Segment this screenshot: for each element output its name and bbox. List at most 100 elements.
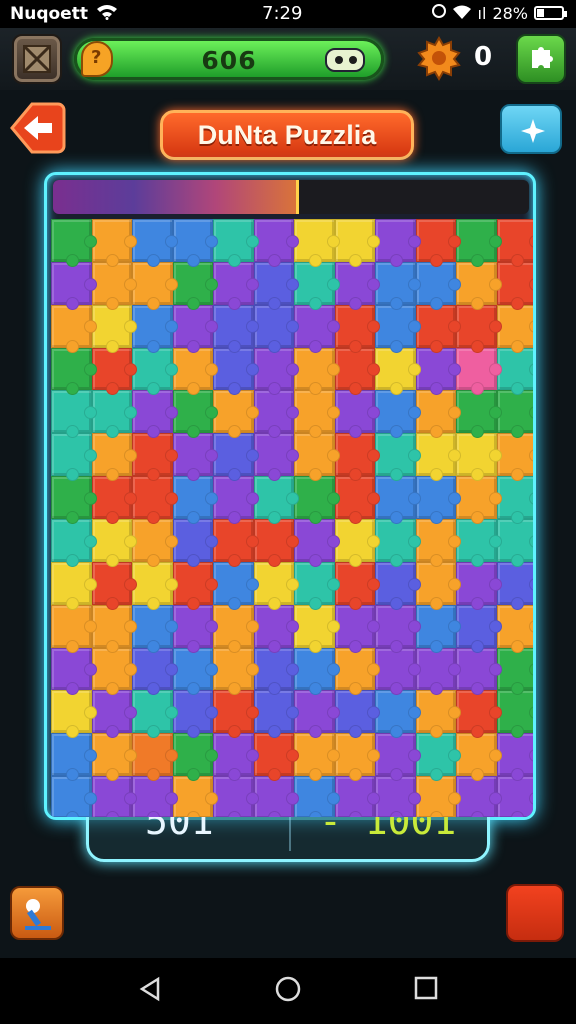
puzzle-piece[interactable] (294, 347, 339, 396)
puzzle-piece[interactable] (294, 733, 339, 781)
puzzle-piece[interactable] (172, 304, 218, 353)
puzzle-piece[interactable] (334, 647, 380, 696)
puzzle-piece[interactable] (51, 476, 96, 524)
puzzle-piece[interactable] (456, 604, 501, 653)
puzzle-piece[interactable] (456, 733, 501, 781)
puzzle-piece[interactable] (456, 647, 501, 696)
puzzle-piece[interactable] (415, 390, 461, 439)
puzzle-piece[interactable] (375, 476, 420, 524)
puzzle-piece[interactable] (213, 476, 258, 524)
puzzle-piece[interactable] (51, 690, 96, 739)
puzzle-piece[interactable] (334, 604, 380, 653)
puzzle-piece[interactable] (51, 219, 96, 267)
puzzle-piece[interactable] (334, 390, 380, 439)
puzzle-piece[interactable] (415, 261, 461, 310)
puzzle-piece[interactable] (253, 690, 299, 739)
map-button[interactable] (12, 34, 62, 84)
puzzle-piece[interactable] (334, 261, 380, 310)
puzzle-piece[interactable] (132, 261, 177, 310)
puzzle-piece[interactable] (294, 304, 339, 353)
puzzle-piece[interactable] (415, 733, 461, 781)
puzzle-piece[interactable] (415, 347, 461, 396)
puzzle-piece[interactable] (334, 776, 380, 817)
puzzle-piece[interactable] (172, 347, 218, 396)
puzzle-piece[interactable] (415, 604, 461, 653)
puzzle-piece[interactable] (91, 219, 137, 267)
puzzle-piece[interactable] (334, 219, 380, 267)
puzzle-piece[interactable] (132, 690, 177, 739)
puzzle-piece[interactable] (172, 219, 218, 267)
puzzle-piece[interactable] (213, 604, 258, 653)
puzzle-piece[interactable] (496, 647, 533, 696)
puzzle-piece[interactable] (253, 561, 299, 610)
puzzle-piece[interactable] (51, 604, 96, 653)
puzzle-piece[interactable] (456, 347, 501, 396)
puzzle-piece[interactable] (172, 647, 218, 696)
puzzle-piece[interactable] (172, 261, 218, 310)
puzzle-piece[interactable] (456, 261, 501, 310)
puzzle-piece[interactable] (91, 733, 137, 781)
puzzle-piece[interactable] (334, 433, 380, 481)
puzzle-piece[interactable] (415, 647, 461, 696)
puzzle-piece[interactable] (253, 519, 299, 567)
puzzle-piece[interactable] (496, 690, 533, 739)
puzzle-piece[interactable] (294, 219, 339, 267)
puzzle-piece[interactable] (334, 561, 380, 610)
puzzle-piece[interactable] (456, 690, 501, 739)
puzzle-piece[interactable] (51, 390, 96, 439)
puzzle-piece[interactable] (172, 561, 218, 610)
tool-button[interactable] (10, 886, 64, 940)
puzzle-piece[interactable] (253, 604, 299, 653)
puzzle-piece[interactable] (91, 604, 137, 653)
puzzle-piece[interactable] (415, 690, 461, 739)
puzzle-piece[interactable] (375, 261, 420, 310)
puzzle-piece[interactable] (456, 219, 501, 267)
puzzle-piece[interactable] (415, 304, 461, 353)
puzzle-piece[interactable] (132, 390, 177, 439)
puzzle-piece[interactable] (375, 304, 420, 353)
puzzle-piece[interactable] (132, 476, 177, 524)
stop-button[interactable] (506, 884, 564, 942)
puzzle-piece[interactable] (51, 561, 96, 610)
puzzle-piece[interactable] (415, 561, 461, 610)
puzzle-piece[interactable] (132, 347, 177, 396)
puzzle-piece[interactable] (496, 561, 533, 610)
puzzle-piece[interactable] (334, 519, 380, 567)
puzzle-piece[interactable] (375, 219, 420, 267)
puzzle-piece[interactable] (375, 776, 420, 817)
puzzle-piece[interactable] (294, 519, 339, 567)
puzzle-piece[interactable] (294, 390, 339, 439)
puzzle-piece[interactable] (172, 390, 218, 439)
puzzle-piece[interactable] (132, 733, 177, 781)
puzzle-piece[interactable] (456, 561, 501, 610)
puzzle-piece[interactable] (294, 433, 339, 481)
puzzle-piece[interactable] (496, 219, 533, 267)
puzzle-grid[interactable] (51, 219, 533, 817)
puzzle-button[interactable] (516, 34, 566, 84)
puzzle-piece[interactable] (132, 219, 177, 267)
puzzle-piece[interactable] (91, 690, 137, 739)
puzzle-piece[interactable] (132, 776, 177, 817)
puzzle-piece[interactable] (132, 304, 177, 353)
puzzle-piece[interactable] (496, 776, 533, 817)
puzzle-piece[interactable] (415, 219, 461, 267)
puzzle-piece[interactable] (172, 519, 218, 567)
puzzle-piece[interactable] (496, 733, 533, 781)
puzzle-piece[interactable] (91, 519, 137, 567)
puzzle-piece[interactable] (294, 690, 339, 739)
puzzle-piece[interactable] (172, 476, 218, 524)
puzzle-piece[interactable] (496, 519, 533, 567)
hint-button[interactable] (500, 104, 562, 154)
puzzle-piece[interactable] (294, 561, 339, 610)
home-nav-icon[interactable] (275, 976, 301, 1002)
puzzle-piece[interactable] (294, 647, 339, 696)
recents-nav-icon[interactable] (414, 976, 438, 1000)
puzzle-piece[interactable] (253, 733, 299, 781)
puzzle-piece[interactable] (213, 690, 258, 739)
puzzle-piece[interactable] (132, 561, 177, 610)
puzzle-piece[interactable] (334, 476, 380, 524)
puzzle-piece[interactable] (375, 433, 420, 481)
puzzle-piece[interactable] (294, 604, 339, 653)
puzzle-piece[interactable] (51, 433, 96, 481)
puzzle-piece[interactable] (496, 347, 533, 396)
